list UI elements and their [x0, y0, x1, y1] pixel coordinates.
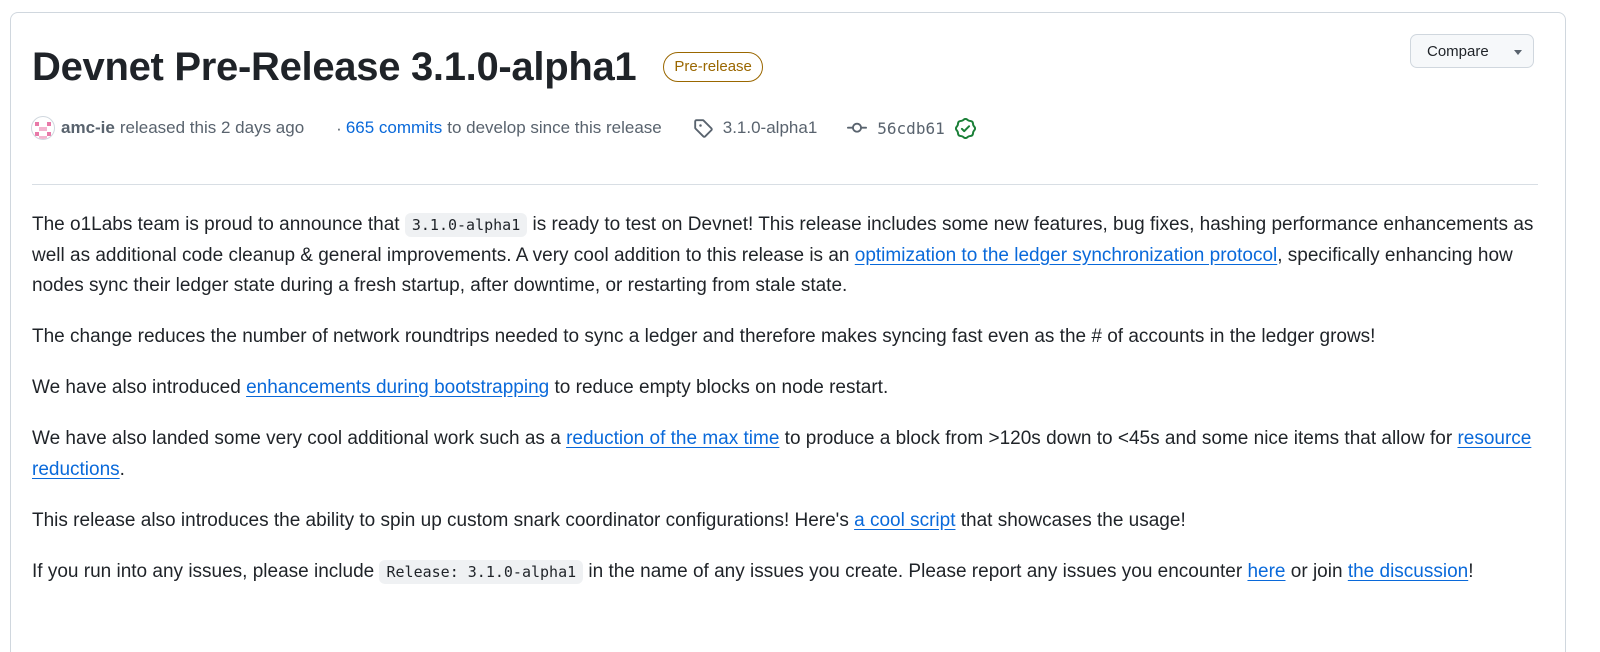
- version-code: 3.1.0-alpha1: [404, 213, 528, 237]
- paragraph-snark: This release also introduces the ability…: [32, 506, 1542, 537]
- text: If you run into any issues, please inclu…: [32, 560, 380, 582]
- release-meta: amc-ie released this 2 days ago · 665 co…: [31, 116, 976, 140]
- paragraph-max-time: We have also landed some very cool addit…: [32, 424, 1542, 485]
- max-time-link[interactable]: reduction of the max time: [566, 428, 779, 449]
- text: This release also introduces the ability…: [32, 509, 855, 531]
- release-header: Devnet Pre-Release 3.1.0-alpha1 Pre-rele…: [32, 39, 763, 95]
- paragraph-intro: The o1Labs team is proud to announce tha…: [32, 210, 1542, 302]
- release-title[interactable]: Devnet Pre-Release 3.1.0-alpha1: [32, 39, 637, 95]
- text: .: [119, 458, 125, 480]
- text: We have also introduced: [32, 377, 247, 398]
- text: to reduce empty blocks on node restart.: [549, 377, 889, 398]
- text: The o1Labs team is proud to announce tha…: [32, 214, 405, 235]
- text: !: [1468, 560, 1474, 582]
- discussion-link[interactable]: the discussion: [1348, 561, 1468, 582]
- divider: [32, 184, 1538, 185]
- text: to produce a block from >120s down to <4…: [779, 428, 1458, 449]
- verified-check-icon[interactable]: [954, 117, 976, 139]
- cool-script-link[interactable]: a cool script: [854, 510, 955, 531]
- release-notes: The o1Labs team is proud to announce tha…: [32, 210, 1542, 608]
- author-link[interactable]: amc-ie: [61, 118, 115, 138]
- commits-suffix: to develop since this release: [447, 118, 662, 137]
- report-issues-link[interactable]: here: [1247, 561, 1285, 582]
- tag-icon: [693, 118, 713, 138]
- paragraph-issues: If you run into any issues, please inclu…: [32, 557, 1542, 588]
- ledger-sync-link[interactable]: optimization to the ledger synchronizati…: [855, 245, 1277, 266]
- avatar[interactable]: [31, 116, 55, 140]
- compare-label: Compare: [1427, 42, 1489, 60]
- paragraph-roundtrips: The change reduces the number of network…: [32, 326, 1376, 347]
- git-commit-icon: [847, 118, 868, 138]
- text: that showcases the usage!: [955, 509, 1186, 531]
- text: in the name of any issues you create. Pl…: [583, 560, 1248, 582]
- release-code: Release: 3.1.0-alpha1: [379, 559, 584, 584]
- paragraph-bootstrapping: We have also introduced enhancements dur…: [32, 373, 1542, 404]
- text: or join: [1285, 560, 1348, 582]
- commits-link[interactable]: 665 commits: [346, 118, 442, 138]
- prerelease-badge: Pre-release: [663, 52, 763, 82]
- released-text: released this 2 days ago: [119, 118, 305, 137]
- commit-sha-link[interactable]: 56cdb61: [877, 119, 944, 138]
- meta-separator: ·: [336, 119, 342, 138]
- caret-down-icon: [1514, 50, 1522, 55]
- release-card: Devnet Pre-Release 3.1.0-alpha1 Pre-rele…: [10, 12, 1566, 652]
- compare-button[interactable]: Compare: [1410, 34, 1534, 68]
- bootstrapping-link[interactable]: enhancements during bootstrapping: [246, 377, 549, 398]
- text: We have also landed some very cool addit…: [32, 428, 567, 449]
- tag-link[interactable]: 3.1.0-alpha1: [723, 118, 818, 138]
